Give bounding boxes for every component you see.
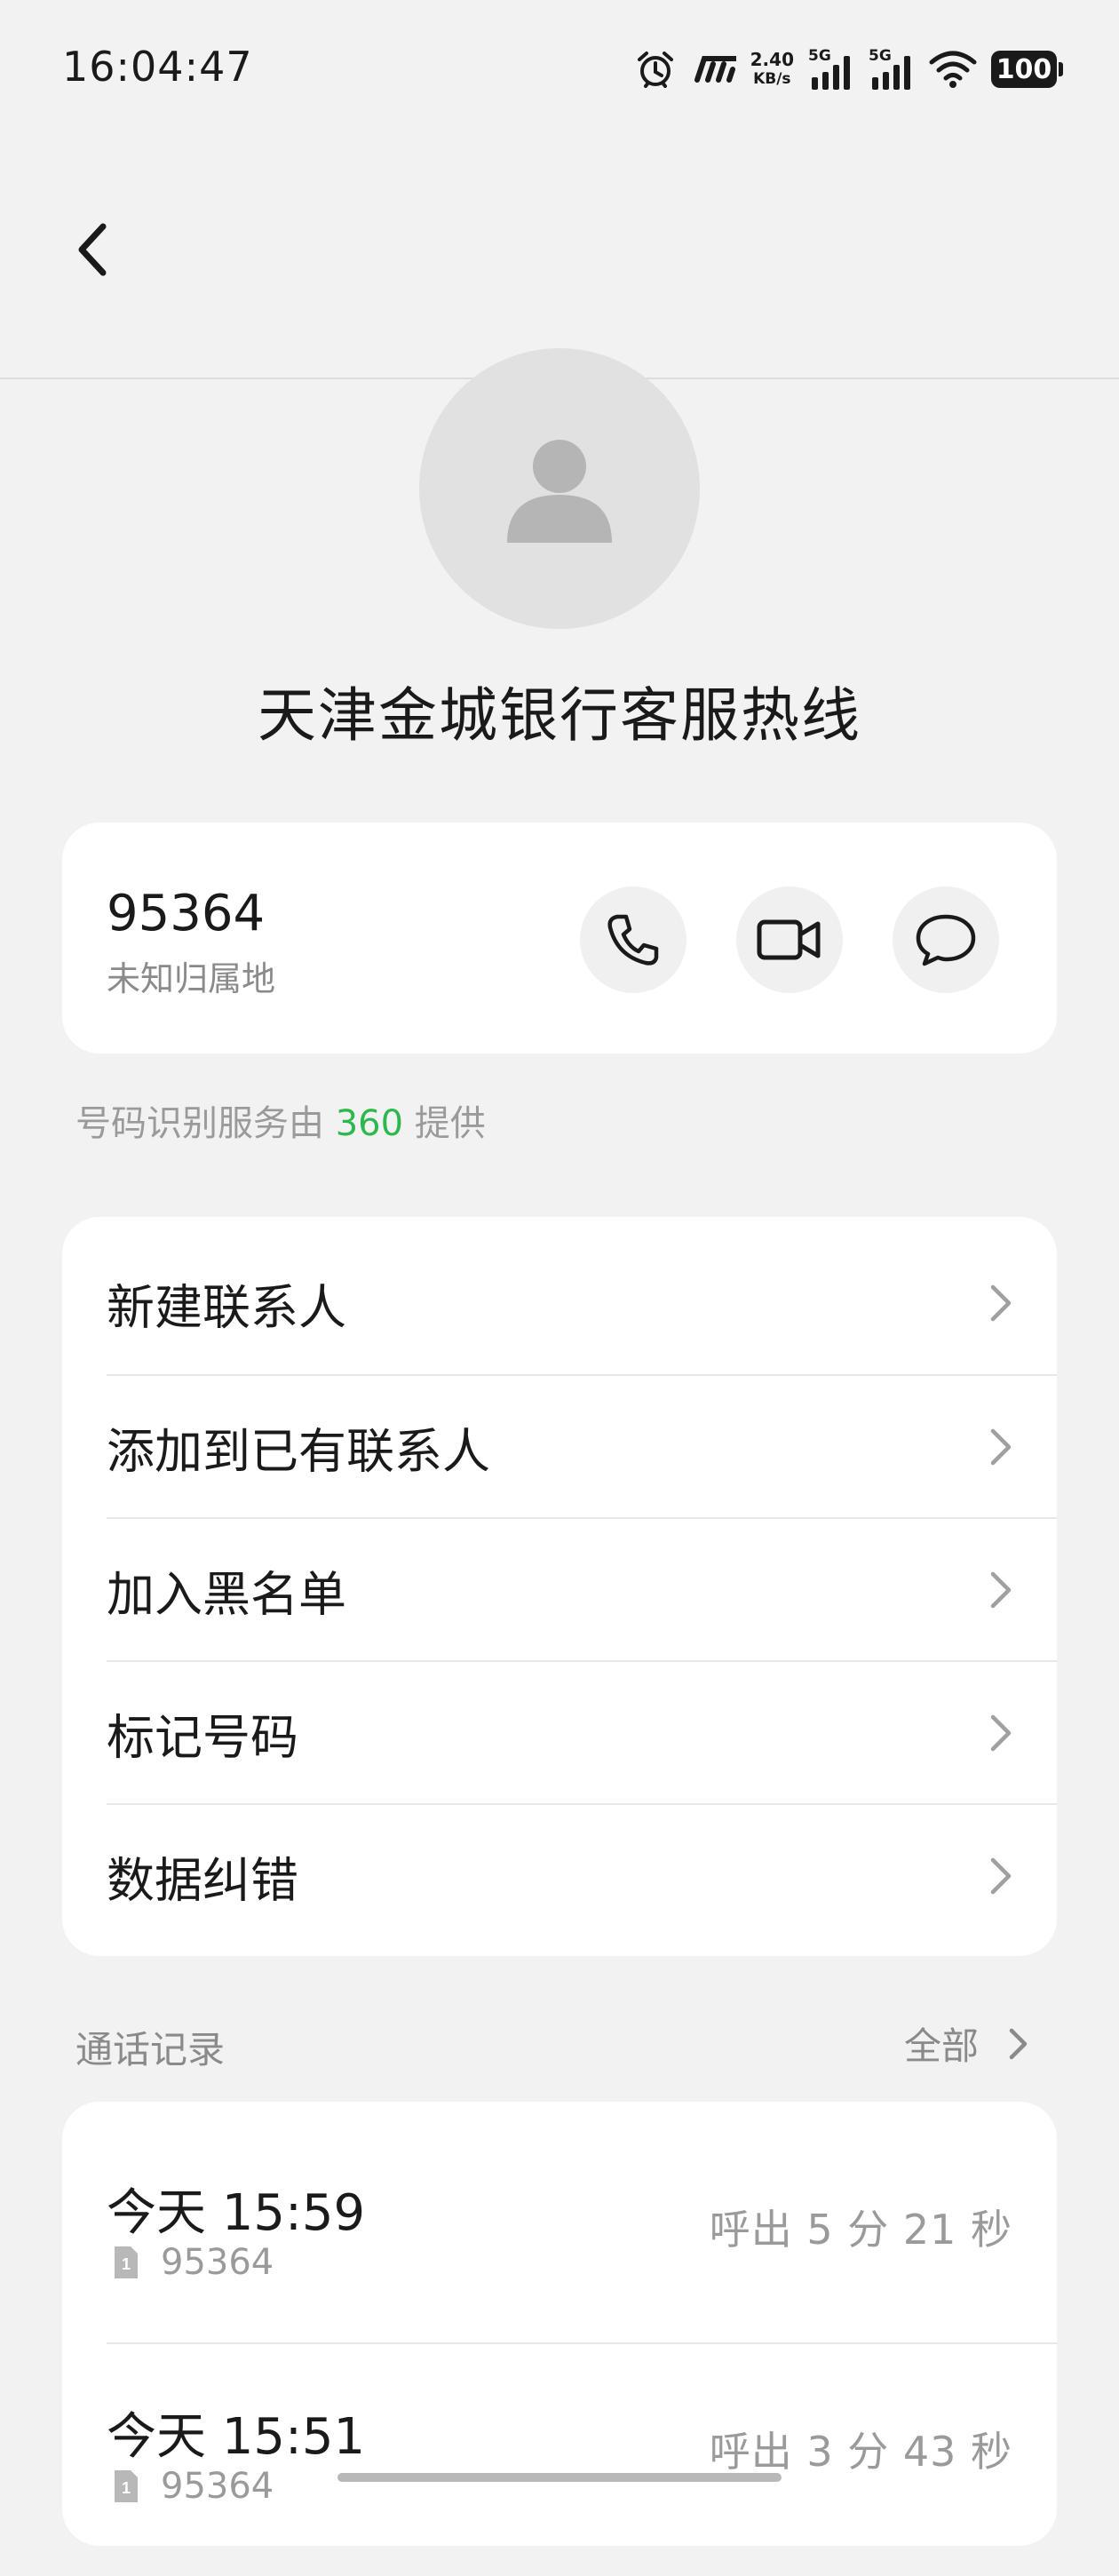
call-log-entry[interactable]: 今天 15:59 1 95364 呼出 5 分 21 秒 [62,2102,1057,2334]
sim-card-icon: 1 [115,2246,138,2278]
call-time: 今天 15:51 [107,2408,366,2466]
call-duration: 呼出 5 分 21 秒 [709,2206,1012,2254]
menu-item-label: 新建联系人 [107,1279,346,1335]
provider-note-prefix: 号码识别服务由 [75,1103,324,1144]
chevron-right-icon [990,1714,1012,1751]
video-icon [757,919,821,960]
home-indicator[interactable] [337,2473,782,2482]
sim-slot-number: 1 [122,2255,131,2273]
message-button[interactable] [893,886,999,993]
menu-item-mark-number[interactable]: 标记号码 [62,1661,1057,1804]
call-log-entry[interactable]: 今天 15:51 1 95364 呼出 3 分 43 秒 [62,2343,1057,2576]
menu-item-add-to-existing[interactable]: 添加到已有联系人 [62,1375,1057,1518]
hd-icon [690,52,736,87]
signal-icon [812,56,850,90]
sim-info: 1 95364 [111,2242,274,2283]
network-speed-unit: KB/s [753,70,791,88]
sim-info: 1 95364 [111,2466,274,2507]
chevron-right-icon [990,1428,1012,1465]
number-location: 未知归属地 [107,959,276,998]
message-icon [916,914,976,966]
alarm-icon [635,49,676,90]
call-number: 95364 [161,2242,274,2283]
avatar [419,348,700,629]
battery-icon: 100 [991,51,1063,88]
menu-item-label: 数据纠错 [107,1852,298,1908]
menu-item-data-correction[interactable]: 数据纠错 [62,1804,1057,1947]
phone-icon [607,914,659,966]
call-log-see-all-button[interactable]: 全部 [904,2016,1030,2071]
status-bar: 16:04:47 2.40 KB/s 5G 5G 100 [0,0,1119,133]
call-duration: 呼出 3 分 43 秒 [709,2428,1012,2476]
sim-card-icon: 1 [115,2470,138,2502]
chevron-right-icon [990,1857,1012,1894]
network-speed: 2.40 KB/s [750,50,794,89]
phone-number: 95364 [107,885,266,942]
chevron-left-icon [78,223,107,276]
provider-note-suffix: 提供 [414,1103,486,1144]
call-number: 95364 [161,2466,274,2507]
menu-item-label: 添加到已有联系人 [107,1423,490,1479]
chevron-right-icon [990,1284,1012,1321]
actions-menu-card: 新建联系人 添加到已有联系人 加入黑名单 标记号码 数据纠错 [62,1217,1057,1956]
status-icons: 2.40 KB/s 5G 5G 100 [635,44,1063,94]
menu-item-label: 标记号码 [107,1709,298,1765]
caller-id-provider-note: 号码识别服务由 360 提供 [75,1094,486,1146]
sim-slot-number: 1 [122,2479,131,2497]
video-call-button[interactable] [736,886,843,993]
contact-name: 天津金城银行客服热线 [258,681,861,750]
wifi-icon [929,50,977,89]
network-speed-value: 2.40 [750,49,794,70]
menu-item-new-contact[interactable]: 新建联系人 [62,1231,1057,1374]
call-button[interactable] [580,886,686,993]
chevron-right-icon [1009,2028,1028,2059]
see-all-label: 全部 [903,2024,979,2068]
menu-item-label: 加入黑名单 [107,1566,346,1622]
number-card: 95364 未知归属地 [62,823,1057,1053]
call-time: 今天 15:59 [107,2184,366,2242]
provider-brand: 360 [335,1103,404,1144]
signal-icon [872,56,910,90]
person-icon [507,440,612,543]
call-log-title: 通话记录 [75,2028,226,2071]
chevron-right-icon [990,1571,1012,1608]
back-button[interactable] [60,218,124,282]
menu-item-blocklist[interactable]: 加入黑名单 [62,1518,1057,1661]
status-time: 16:04:47 [62,43,253,91]
signal-sim1: 5G [808,47,854,91]
app-header [0,133,1119,379]
signal-sim2: 5G [869,47,915,91]
